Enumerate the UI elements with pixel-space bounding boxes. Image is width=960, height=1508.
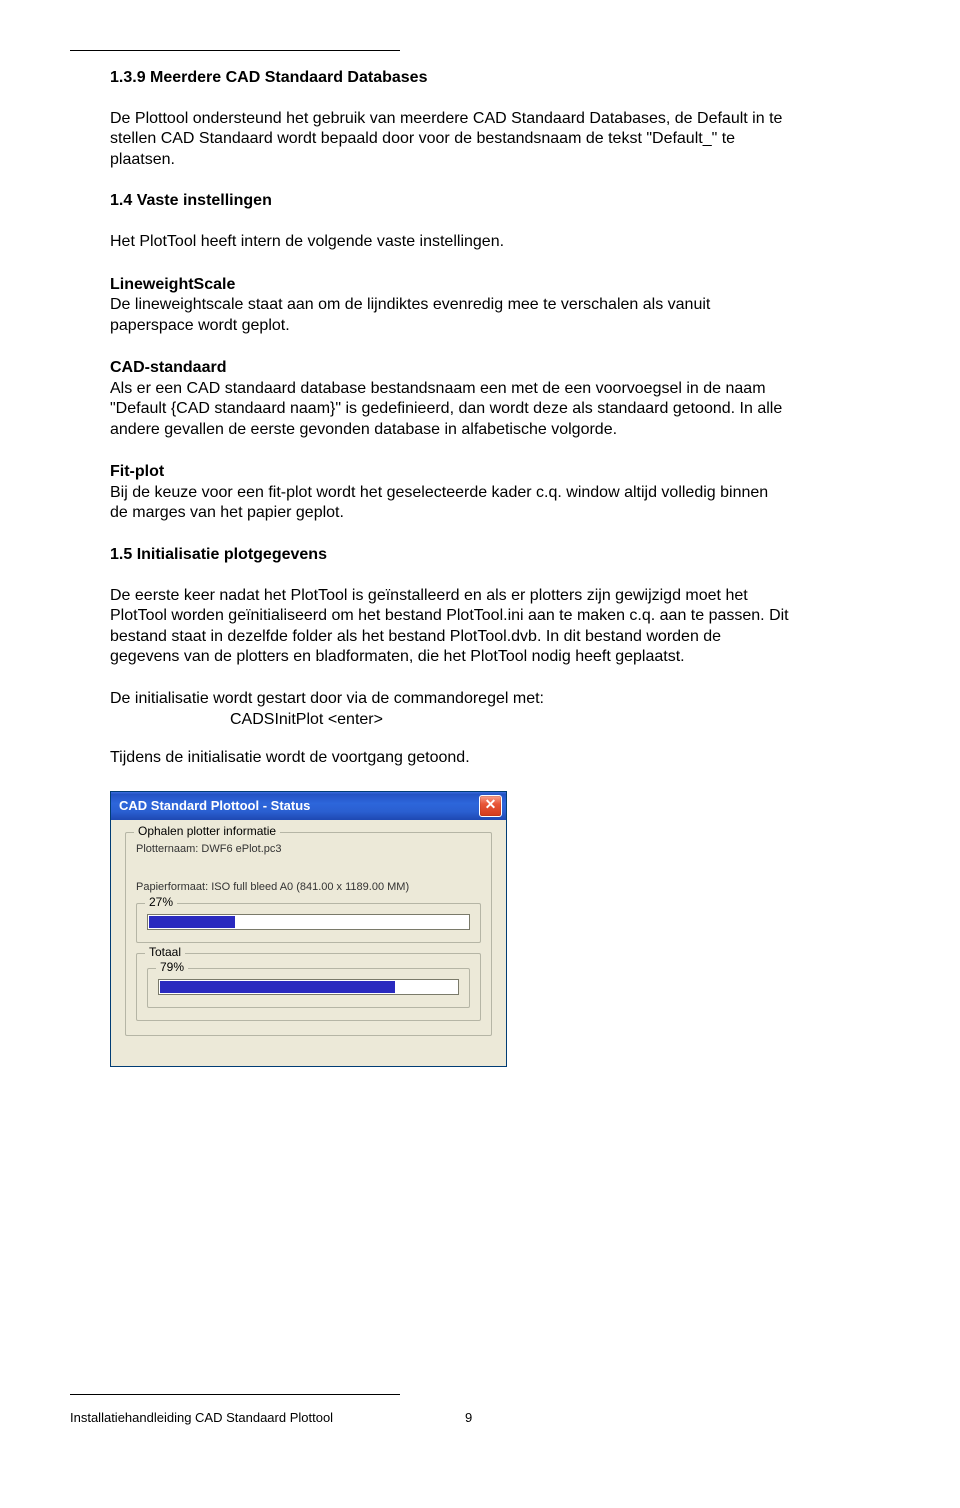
close-icon[interactable]: ✕ bbox=[479, 795, 502, 817]
rule-bottom bbox=[70, 1394, 400, 1395]
para-15-2: De initialisatie wordt gestart door via … bbox=[110, 689, 790, 709]
para-15-3: Tijdens de initialisatie wordt de voortg… bbox=[110, 748, 790, 768]
para-fit-plot: Bij de keuze voor een fit-plot wordt het… bbox=[110, 484, 768, 521]
group-plotter-title: Ophalen plotter informatie bbox=[134, 824, 280, 838]
status-dialog: CAD Standard Plottool - Status ✕ Ophalen… bbox=[110, 791, 507, 1067]
dialog-titlebar[interactable]: CAD Standard Plottool - Status ✕ bbox=[111, 792, 506, 820]
group-plotter-info: Ophalen plotter informatie Plotternaam: … bbox=[125, 832, 492, 1036]
group-progress-1: 27% bbox=[136, 903, 481, 943]
footer: Installatiehandleiding CAD Standaard Plo… bbox=[70, 1410, 850, 1425]
progress-1-label: 27% bbox=[145, 895, 177, 909]
label-fit-plot: Fit-plot bbox=[110, 463, 164, 480]
rule-top bbox=[70, 50, 400, 51]
progress-bar-1-fill bbox=[149, 916, 235, 928]
para-lineweight: De lineweightscale staat aan om de lijnd… bbox=[110, 296, 710, 333]
group-total-title: Totaal bbox=[145, 945, 185, 959]
heading-1-4: 1.4 Vaste instellingen bbox=[110, 192, 850, 210]
group-progress-2: 79% bbox=[147, 968, 470, 1008]
para-cad-standaard: Als er een CAD standaard database bestan… bbox=[110, 380, 782, 438]
footer-doc-title: Installatiehandleiding CAD Standaard Plo… bbox=[70, 1410, 333, 1425]
paper-format-line: Papierformaat: ISO full bleed A0 (841.00… bbox=[136, 881, 481, 893]
para-14-intro: Het PlotTool heeft intern de volgende va… bbox=[110, 232, 790, 252]
progress-bar-1 bbox=[147, 914, 470, 930]
plotter-name-line: Plotternaam: DWF6 ePlot.pc3 bbox=[136, 843, 481, 855]
footer-page-number: 9 bbox=[465, 1410, 472, 1425]
progress-bar-2-fill bbox=[160, 981, 395, 993]
para-15-1: De eerste keer nadat het PlotTool is geï… bbox=[110, 586, 790, 668]
progress-bar-2 bbox=[158, 979, 459, 995]
group-progress-total: Totaal 79% bbox=[136, 953, 481, 1021]
label-cad-standaard: CAD-standaard bbox=[110, 359, 226, 376]
heading-1-5: 1.5 Initialisatie plotgegevens bbox=[110, 546, 850, 564]
dialog-title: CAD Standard Plottool - Status bbox=[119, 798, 479, 813]
label-lineweightscale: LineweightScale bbox=[110, 276, 235, 293]
command-text: CADSInitPlot <enter> bbox=[230, 710, 850, 730]
para-139-1: De Plottool ondersteund het gebruik van … bbox=[110, 109, 790, 170]
progress-2-label: 79% bbox=[156, 960, 188, 974]
heading-1-3-9: 1.3.9 Meerdere CAD Standaard Databases bbox=[110, 69, 850, 87]
